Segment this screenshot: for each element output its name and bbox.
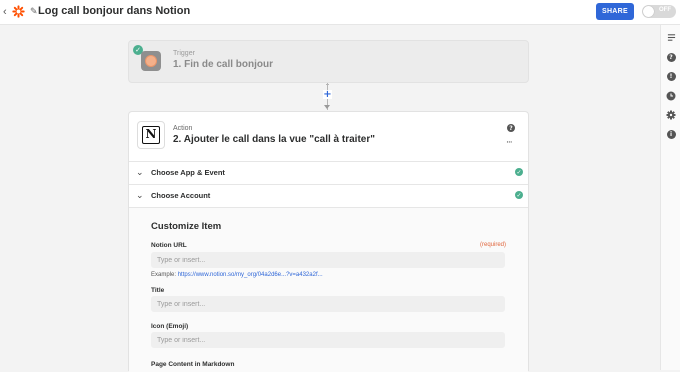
add-step-plus-icon[interactable]: +: [323, 90, 332, 100]
clock-icon[interactable]: [666, 91, 676, 101]
trigger-title: 1. Fin de call bonjour: [173, 59, 274, 70]
help-icon[interactable]: ?: [666, 52, 676, 62]
trigger-app-icon: [141, 51, 161, 71]
icon-emoji-label: Icon (Emoji): [151, 323, 189, 330]
toggle-knob: [643, 6, 654, 17]
action-title[interactable]: 2. Ajouter le call dans la vue "call à t…: [173, 134, 375, 145]
section-label: Choose App & Event: [151, 168, 225, 177]
more-options-icon[interactable]: ···: [506, 138, 513, 148]
customize-item-section: Customize Item Notion URL (required) Exa…: [129, 207, 528, 372]
info-icon[interactable]: i: [666, 129, 676, 139]
trigger-kind-label: Trigger: [173, 50, 195, 57]
check-icon: ✓: [515, 168, 523, 176]
check-icon: ✓: [515, 191, 523, 199]
required-badge: (required): [480, 242, 507, 248]
section-label: Choose Account: [151, 191, 211, 200]
title-input[interactable]: [151, 296, 505, 312]
title-label: Title: [151, 287, 165, 294]
trigger-step-card[interactable]: ✓ Trigger 1. Fin de call bonjour: [128, 40, 529, 83]
notion-url-label: Notion URL: [151, 242, 187, 249]
customize-title: Customize Item: [151, 221, 222, 232]
icon-emoji-input[interactable]: [151, 332, 505, 348]
top-bar: ‹ ✎ Log call bonjour dans Notion SHARE O…: [0, 0, 680, 25]
connector-dash: [326, 84, 329, 85]
section-choose-app-event[interactable]: ⌄ Choose App & Event ✓: [129, 161, 528, 184]
alert-icon[interactable]: !: [666, 71, 676, 81]
connector-arrow-icon: [324, 105, 330, 109]
chevron-down-icon: ⌄: [136, 168, 144, 178]
example-link[interactable]: https://www.notion.so/my_org/04a2d6e...?…: [178, 272, 323, 278]
example-prefix: Example:: [151, 272, 178, 278]
outline-icon[interactable]: [666, 32, 676, 42]
chevron-down-icon: ⌄: [136, 191, 144, 201]
zapier-logo-icon[interactable]: [12, 5, 25, 18]
zap-title[interactable]: Log call bonjour dans Notion: [38, 5, 190, 17]
action-kind-label: Action: [173, 125, 193, 132]
pencil-icon[interactable]: ✎: [30, 6, 38, 17]
right-sidebar: ? ! i: [660, 25, 680, 370]
share-button[interactable]: SHARE: [596, 3, 634, 20]
back-chevron-icon[interactable]: ‹: [3, 6, 7, 18]
notion-url-example: Example: https://www.notion.so/my_org/04…: [151, 272, 323, 278]
notion-logo-icon: N: [137, 121, 165, 149]
section-choose-account[interactable]: ⌄ Choose Account ✓: [129, 184, 528, 207]
on-off-toggle[interactable]: OFF: [642, 5, 676, 18]
gear-icon[interactable]: [666, 110, 676, 120]
action-step-card: N Action 2. Ajouter le call dans la vue …: [128, 111, 529, 372]
toggle-label: OFF: [659, 7, 671, 13]
notion-url-input[interactable]: [151, 252, 505, 268]
page-content-label: Page Content in Markdown: [151, 361, 235, 368]
step-help-icon[interactable]: ?: [507, 124, 515, 132]
